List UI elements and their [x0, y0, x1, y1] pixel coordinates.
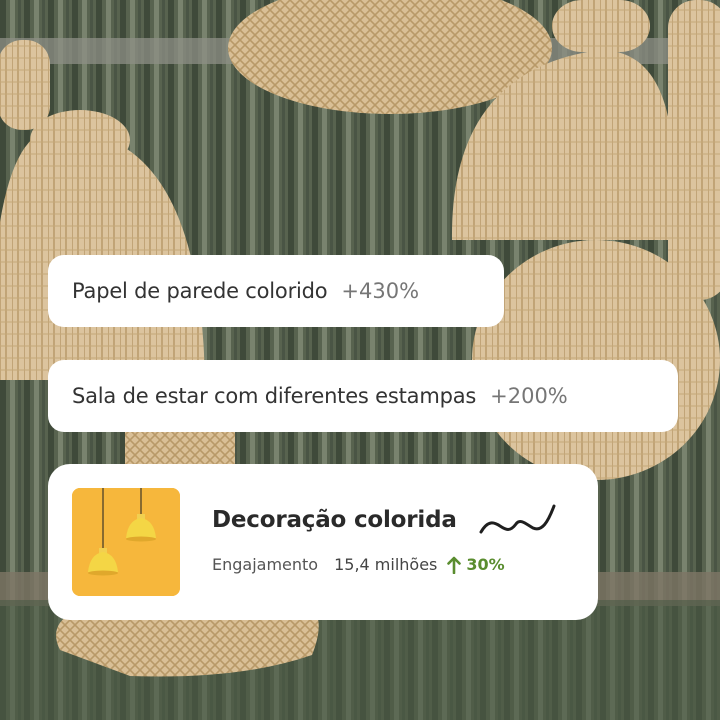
featured-trend-card[interactable]: Decoração colorida Engajamento 15,4 milh…: [48, 464, 598, 620]
growth-value: 30%: [466, 555, 505, 574]
trend-change: +200%: [490, 384, 568, 408]
trend-label: Sala de estar com diferentes estampas: [72, 384, 477, 408]
arrow-up-icon: [447, 556, 462, 574]
growth-indicator: 30%: [447, 555, 505, 574]
trend-pill-wallpaper[interactable]: Papel de parede colorido +430%: [48, 255, 504, 327]
engagement-value: 15,4 milhões: [334, 555, 438, 574]
trend-label: Papel de parede colorido: [72, 279, 328, 303]
trend-change: +430%: [341, 279, 420, 303]
engagement-label: Engajamento: [212, 555, 319, 574]
trend-pill-living-room[interactable]: Sala de estar com diferentes estampas +2…: [48, 360, 678, 432]
engagement-stats: Engajamento 15,4 milhões 30%: [212, 555, 505, 574]
featured-title: Decoração colorida: [212, 507, 457, 533]
pendant-lamps-image: [72, 488, 180, 596]
sparkline-icon: [479, 504, 556, 534]
